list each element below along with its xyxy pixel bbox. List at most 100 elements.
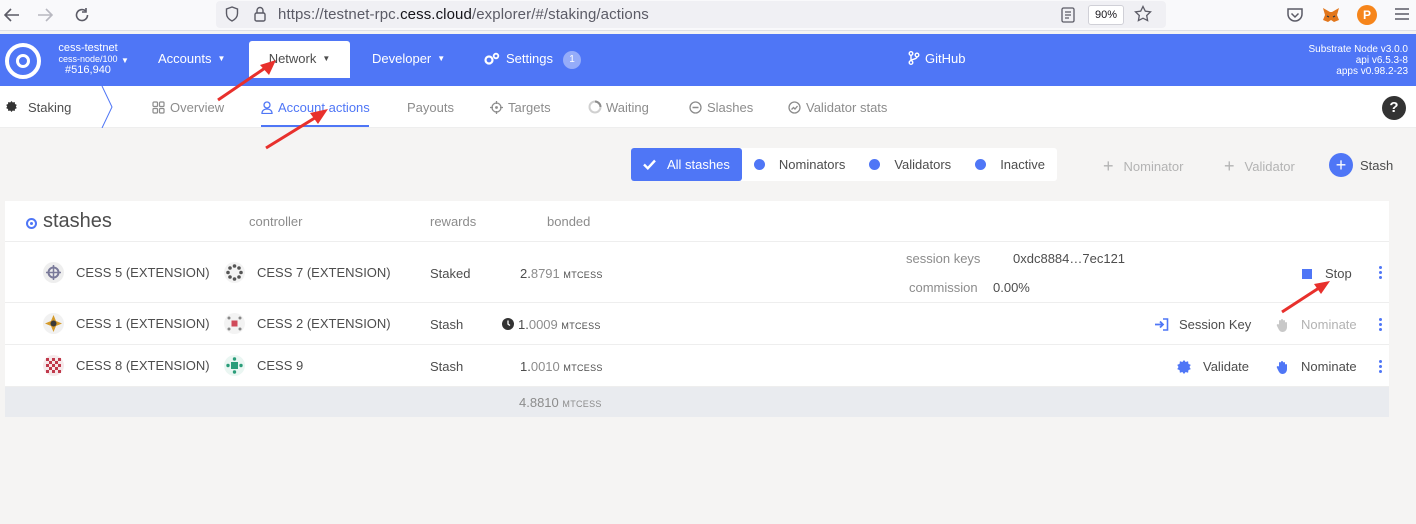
identicon-icon — [224, 262, 245, 283]
rewards-status: Stash — [430, 317, 464, 332]
browser-toolbar: https://testnet-rpc.cess.cloud/explorer/… — [0, 0, 1416, 31]
tab-slashes[interactable]: Slashes — [689, 100, 753, 115]
stashes-table: stashes controller rewards bonded CESS 5… — [5, 201, 1389, 417]
nominate-button[interactable]: Nominate — [1276, 359, 1357, 374]
dot-circle-icon — [26, 218, 37, 229]
version-node: Substrate Node v3.0.0 — [1308, 44, 1408, 55]
metamask-fox-icon[interactable] — [1321, 5, 1341, 25]
bookmark-star-icon[interactable] — [1134, 5, 1152, 23]
hand-paper-icon — [1276, 360, 1287, 374]
pocket-icon[interactable] — [1285, 5, 1305, 25]
controller-account[interactable]: CESS 2 (EXTENSION) — [224, 313, 391, 334]
code-branch-icon — [908, 51, 920, 65]
hand-paper-icon — [1276, 318, 1287, 332]
tab-payouts[interactable]: Payouts — [407, 100, 454, 115]
session-keys-label: session keys — [906, 251, 981, 266]
table-row: CESS 8 (EXTENSION) CESS 9 Stash 1.0010 M… — [5, 345, 1389, 387]
header-stashes: stashes — [43, 210, 112, 232]
annotation-arrow-icon — [265, 109, 328, 150]
sign-in-icon — [1155, 318, 1169, 331]
spinner-icon — [588, 100, 602, 114]
bonded-amount: 1.0010 MTCESS — [520, 359, 603, 374]
back-arrow-icon[interactable] — [0, 4, 24, 26]
row-menu-icon[interactable] — [1379, 266, 1383, 281]
radio-dot-icon — [753, 159, 765, 170]
header-bonded: bonded — [547, 214, 591, 229]
reload-icon[interactable] — [70, 4, 94, 26]
row-menu-icon[interactable] — [1379, 318, 1383, 333]
filter-nominators[interactable]: Nominators — [742, 148, 857, 181]
grid-icon — [152, 101, 165, 114]
polkadot-logo-icon[interactable] — [5, 43, 41, 79]
lock-icon[interactable] — [253, 6, 267, 22]
header-controller: controller — [249, 214, 303, 229]
more-menu-icon[interactable] — [1393, 5, 1413, 25]
certificate-icon — [1177, 359, 1191, 374]
session-key-button[interactable]: Session Key — [1154, 317, 1251, 332]
menu-settings[interactable]: Settings 1 — [472, 41, 593, 77]
chevron-down-icon[interactable]: ▼ — [121, 56, 129, 65]
header-rewards: rewards — [430, 214, 477, 229]
polkadot-extension-icon[interactable]: P — [1357, 5, 1377, 25]
forward-arrow-icon[interactable] — [33, 4, 57, 26]
commission-label: commission — [909, 280, 978, 295]
total-bonded: 4.8810 MTCESS — [519, 395, 602, 410]
zoom-level-badge[interactable]: 90% — [1088, 5, 1124, 25]
controller-account[interactable]: CESS 7 (EXTENSION) — [224, 262, 391, 283]
radio-dot-icon — [975, 159, 987, 170]
plus-circle-icon: + — [1329, 153, 1353, 177]
stash-account[interactable]: CESS 8 (EXTENSION) — [43, 355, 210, 376]
table-header: stashes controller rewards bonded — [5, 201, 1389, 242]
stash-filter-group: All stashes Nominators Validators Inacti… — [631, 148, 1057, 181]
chain-selector[interactable]: cess-testnet cess-node/100 #516,940 — [48, 43, 128, 76]
chart-line-icon — [788, 101, 801, 114]
bonded-amount: 2.8791 MTCESS — [520, 266, 603, 281]
version-info: Substrate Node v3.0.0 api v6.5.3-8 apps … — [1308, 44, 1408, 77]
identicon-icon — [43, 313, 64, 334]
chevron-down-icon: ▼ — [322, 54, 331, 63]
chevron-down-icon: ▼ — [437, 54, 446, 63]
table-row: CESS 5 (EXTENSION) CESS 7 (EXTENSION) St… — [5, 242, 1389, 303]
add-nominator-button[interactable]: + Nominator — [1103, 156, 1183, 177]
section-header: Staking — [0, 86, 113, 128]
crosshairs-icon — [490, 101, 503, 114]
controller-account[interactable]: CESS 9 — [224, 355, 303, 376]
chevron-separator — [101, 86, 113, 128]
add-stash-button[interactable]: + Stash — [1329, 153, 1393, 177]
version-apps: apps v0.98.2-23 — [1336, 66, 1408, 77]
certificate-icon — [6, 101, 17, 112]
url-bar[interactable]: https://testnet-rpc.cess.cloud/explorer/… — [216, 1, 1166, 28]
add-validator-button[interactable]: + Validator — [1224, 156, 1295, 177]
clock-icon — [502, 318, 514, 330]
filter-validators[interactable]: Validators — [857, 148, 963, 181]
annotation-arrow-icon — [217, 60, 276, 102]
bonded-amount: 1.0009 MTCESS — [502, 317, 601, 332]
table-row: CESS 1 (EXTENSION) CESS 2 (EXTENSION) St… — [5, 303, 1389, 345]
tab-validator-stats[interactable]: Validator stats — [788, 100, 887, 115]
reader-view-icon[interactable] — [1061, 7, 1075, 23]
tab-waiting[interactable]: Waiting — [588, 100, 649, 115]
identicon-icon — [43, 355, 64, 376]
stop-square-icon — [1302, 268, 1312, 279]
row-menu-icon[interactable] — [1379, 360, 1383, 375]
menu-developer[interactable]: Developer ▼ — [360, 41, 457, 77]
shield-icon[interactable] — [225, 6, 239, 22]
identicon-icon — [224, 355, 245, 376]
rewards-status: Stash — [430, 359, 464, 374]
filter-inactive[interactable]: Inactive — [963, 148, 1057, 181]
url-text[interactable]: https://testnet-rpc.cess.cloud/explorer/… — [278, 6, 649, 23]
check-icon — [643, 159, 656, 170]
nominate-button[interactable]: Nominate — [1276, 317, 1357, 332]
plus-icon: + — [1103, 156, 1114, 176]
stash-account[interactable]: CESS 5 (EXTENSION) — [43, 262, 210, 283]
rewards-status: Staked — [430, 266, 471, 281]
tab-targets[interactable]: Targets — [490, 100, 551, 115]
validate-button[interactable]: Validate — [1177, 359, 1249, 374]
stash-account[interactable]: CESS 1 (EXTENSION) — [43, 313, 210, 334]
filter-all-stashes[interactable]: All stashes — [631, 148, 742, 181]
annotation-arrow-icon — [1281, 281, 1330, 314]
chain-block: #516,940 — [65, 64, 111, 76]
help-icon[interactable]: ? — [1382, 96, 1406, 120]
cogs-icon — [484, 52, 500, 65]
menu-github[interactable]: GitHub — [896, 41, 977, 77]
